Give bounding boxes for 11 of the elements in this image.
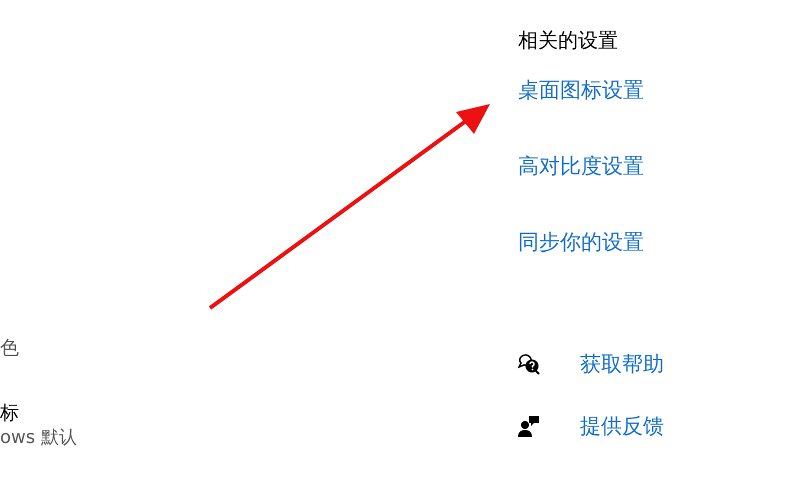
setting-label: 标 <box>0 401 20 426</box>
section-heading: 相关的设置 <box>518 27 619 54</box>
chat-help-icon <box>518 353 540 375</box>
person-feedback-icon <box>518 415 540 437</box>
option-text: 色 <box>0 336 20 361</box>
settings-link[interactable]: 高对比度设置 <box>518 150 664 182</box>
setting-value: ows 默认 <box>0 426 77 450</box>
settings-link[interactable]: 桌面图标设置 <box>518 74 664 106</box>
help-link[interactable]: 获取帮助 <box>580 348 664 380</box>
settings-link[interactable]: 同步你的设置 <box>518 226 664 258</box>
help-link[interactable]: 提供反馈 <box>580 410 664 442</box>
